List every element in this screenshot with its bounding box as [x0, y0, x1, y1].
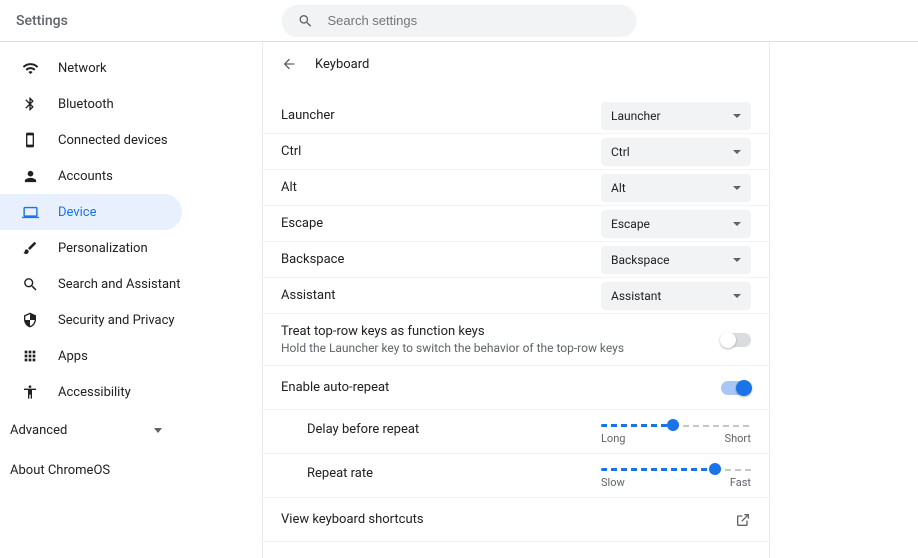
keymap-dropdown-escape[interactable]: Escape — [601, 210, 751, 238]
chevron-down-icon — [733, 294, 741, 298]
laptop-icon — [20, 204, 40, 221]
page-title: Keyboard — [315, 57, 369, 72]
sidebar-item-search-assistant[interactable]: Search and Assistant — [0, 266, 182, 302]
chevron-down-icon — [154, 428, 162, 433]
keymap-dropdown-assistant[interactable]: Assistant — [601, 282, 751, 310]
rate-high-label: Fast — [730, 476, 751, 489]
sidebar-item-accounts[interactable]: Accounts — [0, 158, 182, 194]
open-external-icon — [735, 512, 751, 528]
change-input-row[interactable]: Change input settings — [263, 542, 769, 558]
sidebar-item-label: Accessibility — [58, 385, 131, 400]
wifi-icon — [20, 60, 40, 77]
keymap-label: Assistant — [281, 288, 336, 303]
toprow-toggle[interactable] — [721, 333, 751, 347]
arrow-back-icon — [281, 56, 297, 72]
keymap-dropdown-launcher[interactable]: Launcher — [601, 102, 751, 130]
keymap-row-launcher: Launcher Launcher — [263, 98, 769, 134]
rate-slider-row: Repeat rate Slow Fast — [263, 454, 769, 498]
delay-slider[interactable] — [601, 424, 751, 428]
search-icon — [298, 13, 314, 29]
sidebar-item-label: Bluetooth — [58, 97, 114, 112]
view-shortcuts-row[interactable]: View keyboard shortcuts — [263, 498, 769, 542]
keymap-label: Escape — [281, 216, 323, 231]
toprow-sublabel: Hold the Launcher key to switch the beha… — [281, 341, 624, 355]
chevron-down-icon — [733, 150, 741, 154]
delay-low-label: Long — [601, 432, 625, 445]
sidebar-item-label: Search and Assistant — [58, 277, 181, 292]
sidebar: Network Bluetooth Connected devices Acco… — [0, 42, 262, 558]
search-input[interactable] — [328, 13, 621, 28]
chevron-down-icon — [733, 114, 741, 118]
chevron-down-icon — [733, 222, 741, 226]
toprow-keys-row: Treat top-row keys as function keys Hold… — [263, 314, 769, 366]
sidebar-item-connected-devices[interactable]: Connected devices — [0, 122, 182, 158]
keymap-label: Backspace — [281, 252, 344, 267]
sidebar-item-accessibility[interactable]: Accessibility — [0, 374, 182, 410]
search-icon — [20, 276, 40, 293]
keymap-row-ctrl: Ctrl Ctrl — [263, 134, 769, 170]
rate-slider[interactable] — [601, 468, 751, 472]
keymap-label: Alt — [281, 180, 297, 195]
chevron-down-icon — [733, 258, 741, 262]
search-box[interactable] — [282, 5, 637, 37]
sidebar-about-chromeos[interactable]: About ChromeOS — [0, 450, 262, 490]
rate-low-label: Slow — [601, 476, 625, 489]
person-icon — [20, 168, 40, 185]
sidebar-item-label: Security and Privacy — [58, 313, 175, 328]
keymap-row-escape: Escape Escape — [263, 206, 769, 242]
keymap-dropdown-alt[interactable]: Alt — [601, 174, 751, 202]
autorepeat-row: Enable auto-repeat — [263, 366, 769, 410]
rate-label: Repeat rate — [307, 462, 373, 481]
delay-label: Delay before repeat — [307, 418, 419, 437]
app-header: Settings — [0, 0, 918, 42]
phone-icon — [20, 132, 40, 148]
sidebar-item-network[interactable]: Network — [0, 50, 182, 86]
back-button[interactable] — [281, 56, 297, 72]
sidebar-item-device[interactable]: Device — [0, 194, 182, 230]
content-pane: Keyboard Launcher Launcher Ctrl Ctrl Alt… — [262, 42, 770, 558]
sidebar-item-label: Accounts — [58, 169, 113, 184]
sidebar-item-label: Connected devices — [58, 133, 168, 148]
sidebar-advanced-toggle[interactable]: Advanced — [0, 410, 182, 450]
sidebar-item-label: Device — [58, 205, 97, 220]
keymap-dropdown-backspace[interactable]: Backspace — [601, 246, 751, 274]
keymap-row-backspace: Backspace Backspace — [263, 242, 769, 278]
about-label: About ChromeOS — [10, 463, 110, 478]
autorepeat-toggle[interactable] — [721, 381, 751, 395]
shield-icon — [20, 312, 40, 328]
keymap-row-assistant: Assistant Assistant — [263, 278, 769, 314]
delay-high-label: Short — [725, 432, 751, 445]
toprow-label: Treat top-row keys as function keys — [281, 324, 624, 339]
sidebar-item-label: Network — [58, 61, 107, 76]
sidebar-item-bluetooth[interactable]: Bluetooth — [0, 86, 182, 122]
advanced-label: Advanced — [10, 423, 67, 438]
brush-icon — [20, 240, 40, 256]
sidebar-item-security-privacy[interactable]: Security and Privacy — [0, 302, 182, 338]
keymap-label: Launcher — [281, 108, 335, 123]
autorepeat-label: Enable auto-repeat — [281, 380, 389, 395]
sidebar-item-label: Apps — [58, 349, 88, 364]
keymap-label: Ctrl — [281, 144, 301, 159]
bluetooth-icon — [20, 96, 40, 112]
settings-title: Settings — [16, 13, 68, 29]
keymap-dropdown-ctrl[interactable]: Ctrl — [601, 138, 751, 166]
keymap-row-alt: Alt Alt — [263, 170, 769, 206]
sidebar-item-personalization[interactable]: Personalization — [0, 230, 182, 266]
apps-icon — [20, 348, 40, 364]
shortcuts-label: View keyboard shortcuts — [281, 512, 424, 527]
delay-slider-row: Delay before repeat Long Short — [263, 410, 769, 454]
sidebar-item-label: Personalization — [58, 241, 148, 256]
sidebar-item-apps[interactable]: Apps — [0, 338, 182, 374]
page-header: Keyboard — [263, 42, 769, 86]
chevron-down-icon — [733, 186, 741, 190]
accessibility-icon — [20, 384, 40, 400]
